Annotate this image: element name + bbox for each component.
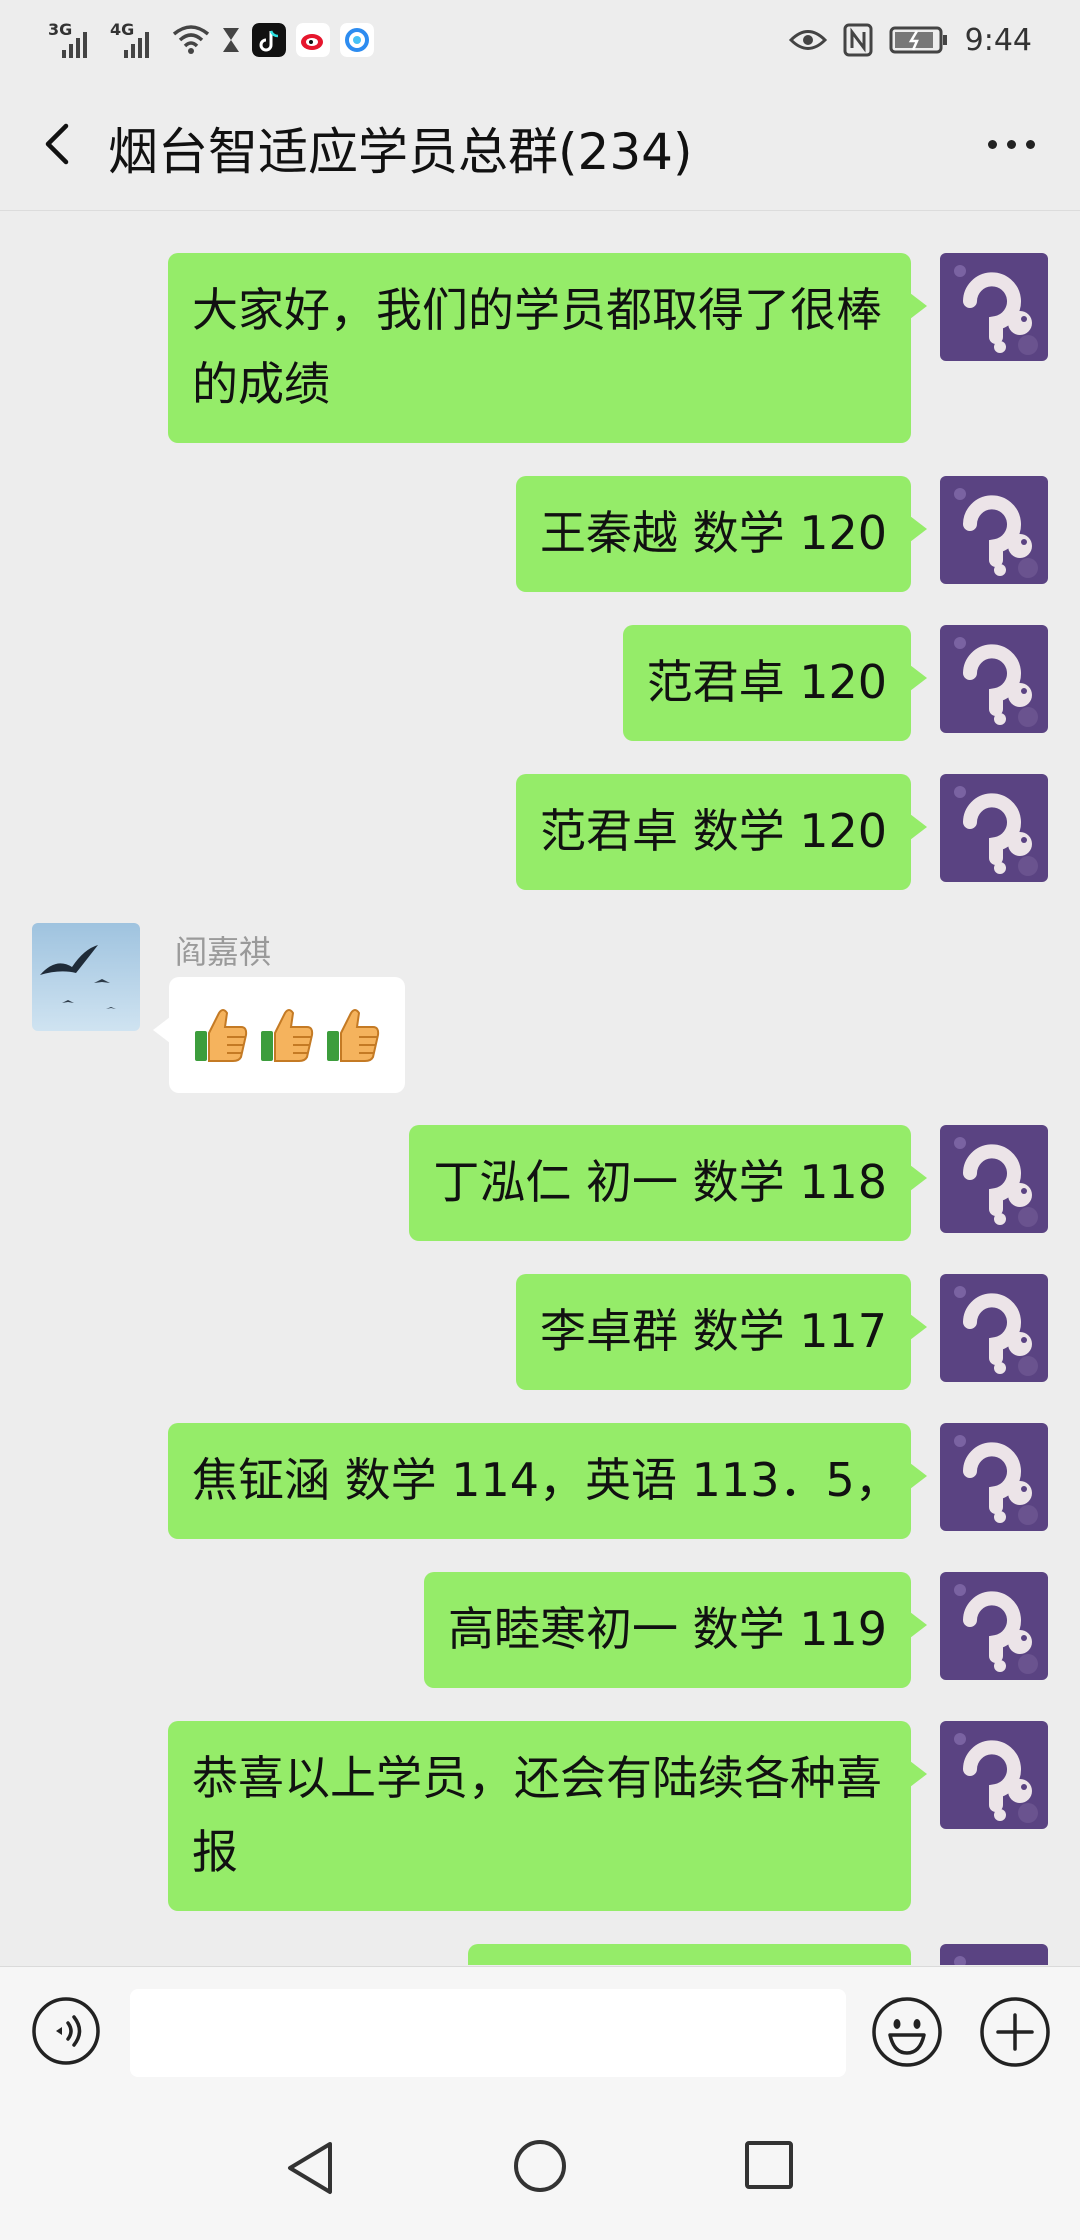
message-item: 王秦越 数学 120 [32, 476, 1048, 592]
message-item: 李卓群 数学 117 [32, 1274, 1048, 1390]
message-bubble[interactable] [153, 977, 405, 1093]
message-item: 恭喜以上学员，还会有陆续各种喜报 [32, 1721, 1048, 1911]
message-item-partial [32, 1944, 1048, 1965]
message-bubble[interactable]: 焦钲涵 数学 114，英语 113．5， [168, 1423, 927, 1539]
app-icon [340, 23, 374, 57]
signal-3g-icon: 3G [48, 20, 100, 60]
eye-icon [788, 30, 827, 50]
nav-recent-icon[interactable] [744, 2140, 794, 2190]
emoji-group [193, 998, 381, 1072]
message-bubble[interactable]: 丁泓仁 初一 数学 118 [409, 1125, 927, 1241]
battery-icon [889, 26, 947, 54]
avatar[interactable] [940, 1125, 1048, 1233]
message-item: 范君卓 120 [32, 625, 1048, 741]
more-dots-icon[interactable] [976, 116, 1046, 172]
avatar[interactable] [940, 476, 1048, 584]
avatar[interactable] [940, 1274, 1048, 1382]
message-item: 焦钲涵 数学 114，英语 113．5， [32, 1423, 1048, 1539]
message-item: 阎嘉祺 [32, 923, 1048, 1093]
message-bubble[interactable]: 范君卓 120 [622, 625, 928, 741]
nav-back-icon[interactable] [284, 2138, 336, 2198]
avatar[interactable] [940, 1572, 1048, 1680]
chevron-left-icon[interactable] [28, 114, 88, 174]
message-item: 高睦寒初一 数学 119 [32, 1572, 1048, 1688]
nav-home-icon[interactable] [512, 2138, 568, 2194]
message-bubble[interactable]: 范君卓 数学 120 [515, 774, 928, 890]
hourglass-icon [223, 28, 239, 52]
weibo-icon [296, 23, 330, 57]
message-item: 大家好，我们的学员都取得了很棒的成绩 [32, 253, 1048, 443]
chat-message-list[interactable]: 大家好，我们的学员都取得了很棒的成绩 王秦越 数学 120 范君卓 120 范君… [0, 211, 1080, 1965]
chat-input-bar [0, 1966, 1080, 2099]
message-bubble[interactable]: 恭喜以上学员，还会有陆续各种喜报 [168, 1721, 927, 1911]
plus-icon[interactable] [978, 1995, 1052, 2069]
wifi-icon [172, 25, 210, 54]
avatar[interactable] [940, 253, 1048, 361]
chat-header: 烟台智适应学员总群(234) [0, 78, 1080, 211]
thumbs-up-icon [327, 1009, 380, 1062]
thumbs-up-icon [195, 1009, 248, 1062]
avatar[interactable] [940, 774, 1048, 882]
message-bubble[interactable]: 高睦寒初一 数学 119 [423, 1572, 928, 1688]
message-bubble[interactable] [468, 1944, 911, 1965]
signal-4g-icon: 4G [110, 20, 162, 60]
status-time: 9:44 [964, 22, 1032, 58]
avatar[interactable] [32, 923, 140, 1031]
avatar[interactable] [940, 625, 1048, 733]
thumbs-up-icon [261, 1009, 314, 1062]
avatar[interactable] [940, 1721, 1048, 1829]
chat-title: 烟台智适应学员总群(234) [108, 123, 693, 181]
message-item: 丁泓仁 初一 数学 118 [32, 1125, 1048, 1241]
emoji-icon[interactable] [870, 1995, 944, 2069]
nfc-icon [843, 23, 873, 57]
message-input[interactable] [130, 1989, 846, 2077]
avatar[interactable] [940, 1423, 1048, 1531]
message-bubble[interactable]: 王秦越 数学 120 [515, 476, 928, 592]
message-item: 范君卓 数学 120 [32, 774, 1048, 890]
avatar[interactable] [940, 1944, 1048, 1965]
message-bubble[interactable]: 李卓群 数学 117 [515, 1274, 928, 1390]
status-right: 9:44 [788, 18, 1032, 62]
status-left: 3G 4G [48, 18, 374, 62]
tiktok-icon [252, 23, 286, 57]
system-nav-bar [0, 2098, 1080, 2240]
message-bubble[interactable]: 大家好，我们的学员都取得了很棒的成绩 [168, 253, 927, 443]
sender-name: 阎嘉祺 [175, 933, 272, 971]
status-bar: 3G 4G 9:44 [0, 0, 1080, 78]
voice-icon[interactable] [30, 1995, 102, 2067]
